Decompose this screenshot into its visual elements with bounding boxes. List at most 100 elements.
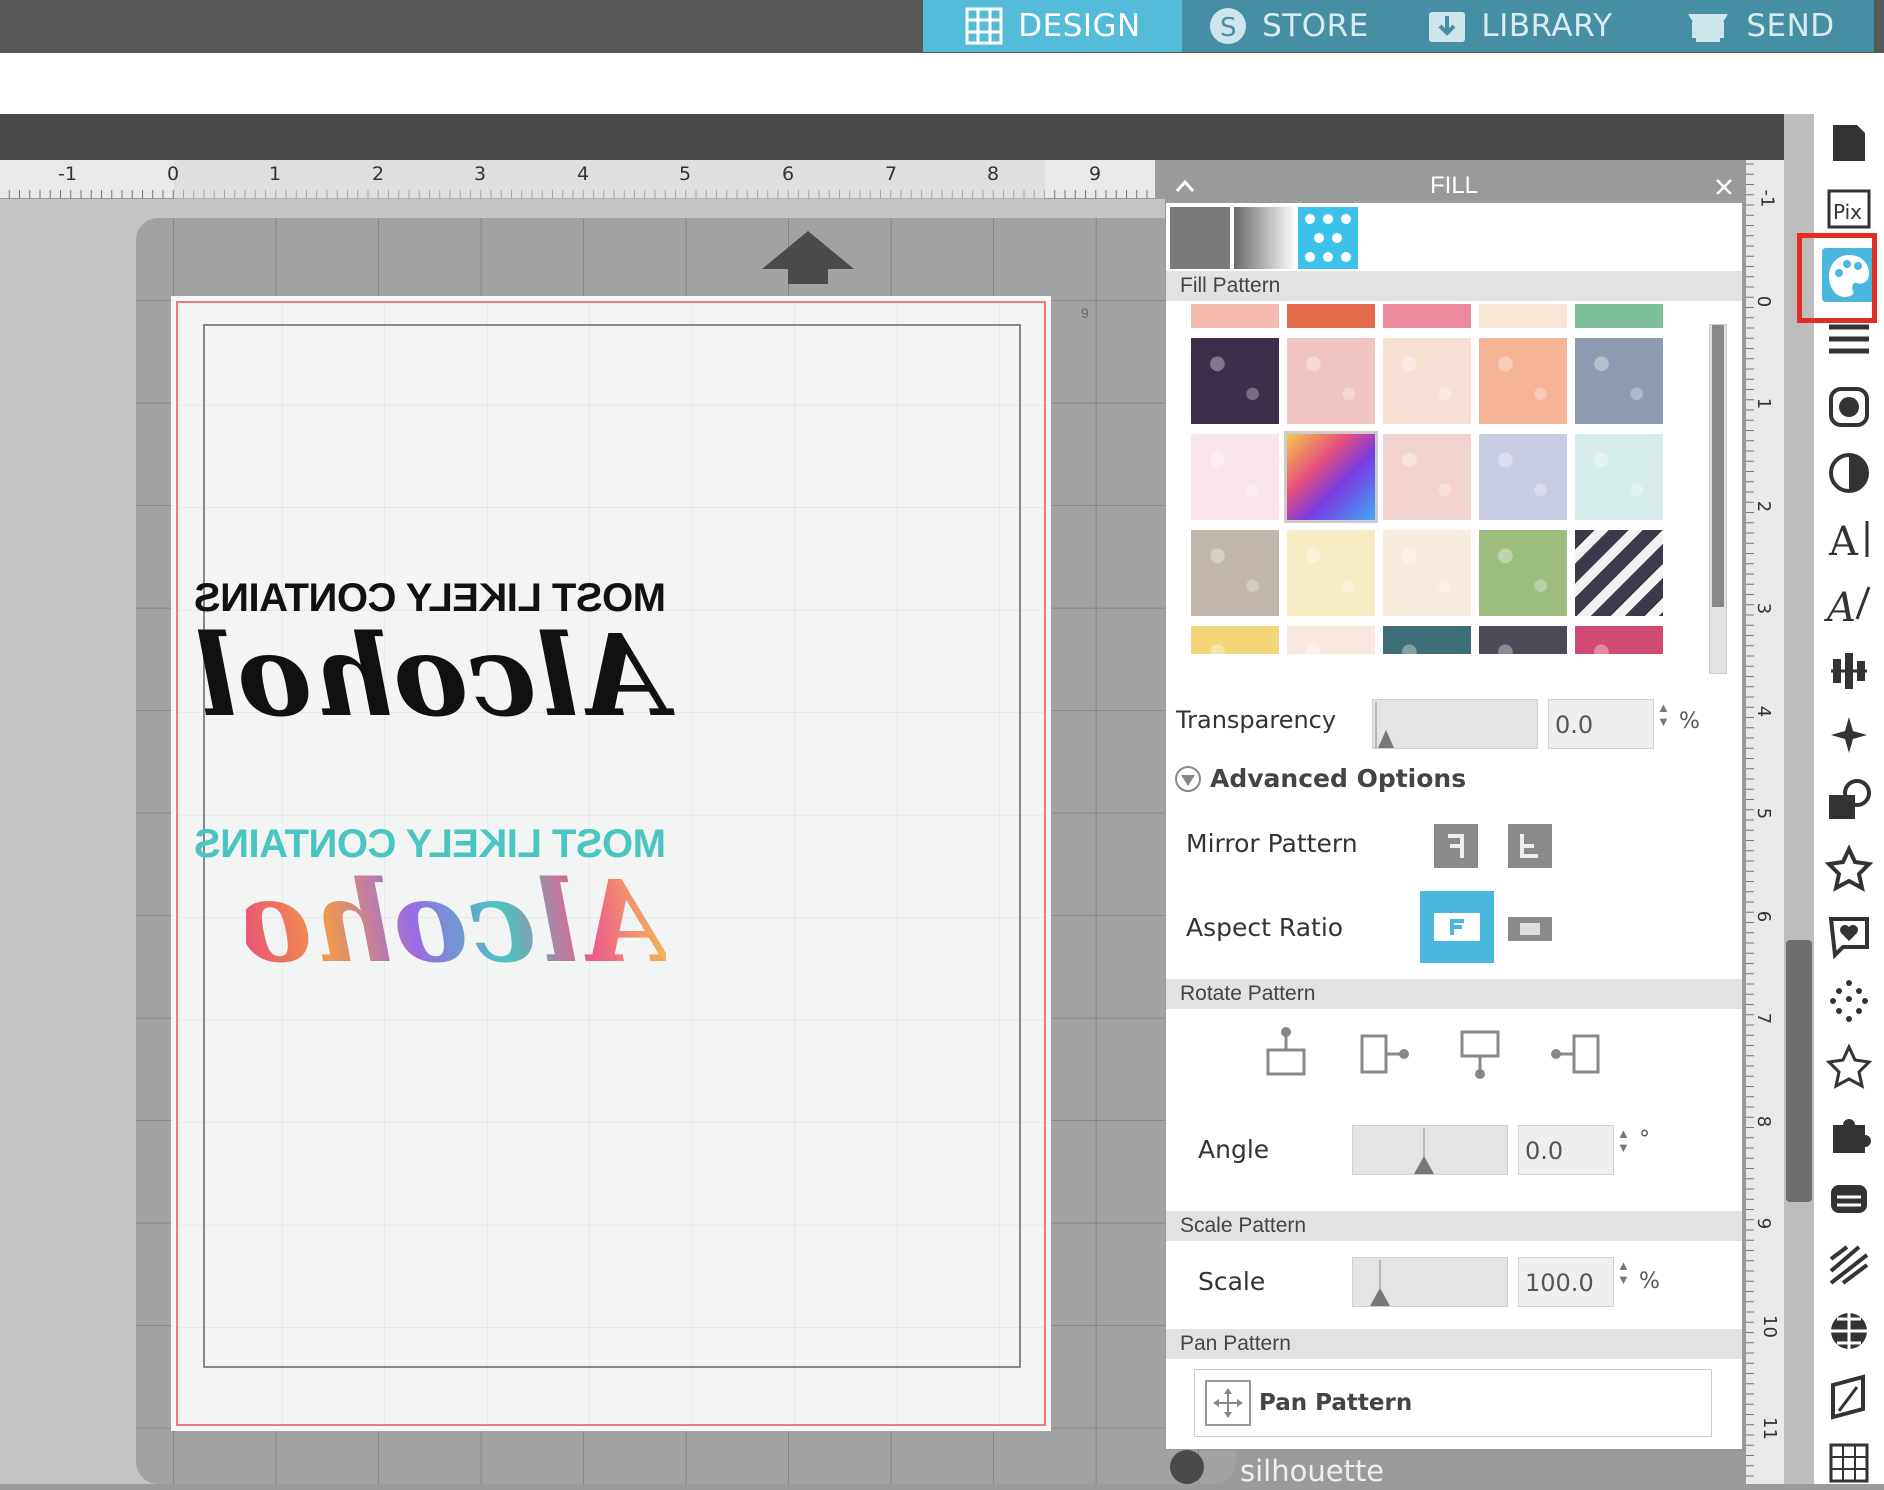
pattern-swatch[interactable] xyxy=(1575,530,1663,616)
ruler-label: 9 xyxy=(1089,163,1102,185)
transform-tool[interactable] xyxy=(1822,1370,1876,1424)
canvas-scrollbar-thumb[interactable] xyxy=(1786,940,1812,1202)
pattern-swatch[interactable] xyxy=(1191,626,1279,654)
send-printer-icon xyxy=(1688,14,1729,42)
angle-slider[interactable] xyxy=(1352,1125,1508,1175)
pattern-swatch[interactable] xyxy=(1191,434,1279,520)
tab-library[interactable]: LIBRARY xyxy=(1395,0,1645,52)
transparency-input[interactable]: 0.0 xyxy=(1548,699,1654,749)
pattern-swatch[interactable] xyxy=(1575,434,1663,520)
tab-send[interactable]: SEND xyxy=(1645,0,1874,52)
nesting-tool[interactable] xyxy=(1822,1304,1876,1358)
ruler-label: 9 xyxy=(1753,1217,1775,1230)
ruler-label: 1 xyxy=(269,163,282,185)
pattern-swatch[interactable] xyxy=(1575,338,1663,424)
favorites-tool[interactable] xyxy=(1822,842,1876,896)
highlight-box xyxy=(1797,233,1877,323)
mirror-vertical-icon xyxy=(1520,834,1538,858)
scale-stepper[interactable]: ▲ ▼ xyxy=(1617,1259,1633,1287)
pattern-swatch[interactable] xyxy=(1284,431,1378,523)
grid-layout-tool[interactable] xyxy=(1822,1436,1876,1490)
aspect-ratio-lock-button[interactable] xyxy=(1420,891,1494,963)
pattern-swatch[interactable] xyxy=(1287,338,1375,424)
rotate-0-icon[interactable] xyxy=(1256,1024,1316,1084)
pattern-swatch[interactable] xyxy=(1191,338,1279,424)
text-style-tool[interactable]: A xyxy=(1822,512,1876,566)
pattern-swatch[interactable] xyxy=(1575,626,1663,654)
design-alcohol-pattern[interactable]: MOST LIKELY CONTAINS Alcohol xyxy=(194,822,666,1022)
angle-input[interactable]: 0.0 xyxy=(1518,1125,1614,1175)
close-icon[interactable] xyxy=(1714,177,1734,197)
gradient-fill-icon[interactable] xyxy=(1234,207,1294,269)
tab-design[interactable]: DESIGN xyxy=(923,0,1182,52)
tab-design-label: DESIGN xyxy=(1018,8,1141,44)
replicate-tool[interactable] xyxy=(1822,710,1876,764)
hatch-icon xyxy=(1829,1245,1869,1285)
pixscan-icon: Pix xyxy=(1827,189,1871,229)
image-trace-tool[interactable] xyxy=(1822,446,1876,500)
page-setup-tool[interactable] xyxy=(1822,116,1876,170)
pattern-swatch[interactable] xyxy=(1479,304,1567,328)
offset-tool[interactable] xyxy=(1822,908,1876,962)
aspect-ratio-free-button[interactable] xyxy=(1508,917,1552,941)
align-tool[interactable] xyxy=(1822,644,1876,698)
pattern-swatch[interactable] xyxy=(1191,530,1279,616)
pattern-scrollbar-thumb[interactable] xyxy=(1712,325,1724,607)
pattern-swatch[interactable] xyxy=(1383,530,1471,616)
pattern-swatch[interactable] xyxy=(1383,626,1471,654)
puzzle-tool[interactable] xyxy=(1822,1106,1876,1160)
pattern-swatch[interactable] xyxy=(1479,434,1567,520)
page-setup-icon xyxy=(1833,125,1865,161)
ruler-label: 7 xyxy=(1753,1012,1775,1025)
pattern-scrollbar[interactable] xyxy=(1709,324,1727,674)
angle-unit: ° xyxy=(1639,1127,1650,1152)
tab-store[interactable]: S STORE xyxy=(1182,0,1395,52)
slider-handle[interactable] xyxy=(1373,702,1399,748)
mirror-vertical-button[interactable] xyxy=(1508,824,1552,868)
pattern-grid xyxy=(1166,304,1742,654)
star-shape-tool[interactable] xyxy=(1822,1040,1876,1094)
rotate-90-icon[interactable] xyxy=(1354,1024,1414,1084)
grid-icon xyxy=(965,7,1003,45)
mirror-horizontal-button[interactable] xyxy=(1434,824,1478,868)
pattern-swatch[interactable] xyxy=(1383,338,1471,424)
sketch-tool[interactable]: A xyxy=(1822,578,1876,632)
pattern-swatch[interactable] xyxy=(1191,304,1279,328)
pattern-swatch[interactable] xyxy=(1287,626,1375,654)
modify-tool[interactable] xyxy=(1822,776,1876,830)
advanced-options-toggle[interactable]: Advanced Options xyxy=(1174,764,1466,793)
svg-text:A: A xyxy=(1823,585,1856,631)
svg-text:Pix: Pix xyxy=(1833,200,1862,224)
scale-pattern-section: Scale Pattern xyxy=(1166,1211,1742,1241)
knife-icon xyxy=(1831,1185,1867,1213)
ruler-label: 0 xyxy=(167,163,180,185)
pixscan-tool[interactable]: Pix xyxy=(1822,182,1876,236)
pattern-swatch[interactable] xyxy=(1383,434,1471,520)
rhinestone-tool[interactable] xyxy=(1822,974,1876,1028)
shadow-tool[interactable] xyxy=(1822,380,1876,434)
knife-tool[interactable] xyxy=(1822,1172,1876,1226)
design-alcohol-black[interactable]: MOST LIKELY CONTAINS Alcohol xyxy=(194,576,666,776)
pattern-swatch[interactable] xyxy=(1479,530,1567,616)
transparency-slider[interactable] xyxy=(1372,699,1538,749)
pattern-swatch[interactable] xyxy=(1479,338,1567,424)
scale-input[interactable]: 100.0 xyxy=(1518,1257,1614,1307)
hatch-tool[interactable] xyxy=(1822,1238,1876,1292)
pattern-swatch[interactable] xyxy=(1383,304,1471,328)
pattern-swatch[interactable] xyxy=(1575,304,1663,328)
slider-handle[interactable] xyxy=(1365,1260,1395,1306)
pattern-swatch[interactable] xyxy=(1287,530,1375,616)
pan-pattern-button[interactable]: Pan Pattern xyxy=(1194,1369,1712,1437)
pattern-swatch[interactable] xyxy=(1287,304,1375,328)
slider-handle[interactable] xyxy=(1409,1128,1439,1174)
pattern-fill-icon[interactable] xyxy=(1298,207,1358,269)
rotate-270-icon[interactable] xyxy=(1546,1024,1606,1084)
collapse-chevron-icon[interactable] xyxy=(1174,177,1196,195)
solid-fill-icon[interactable] xyxy=(1170,207,1230,269)
pattern-swatch[interactable] xyxy=(1479,626,1567,654)
scale-slider[interactable] xyxy=(1352,1257,1508,1307)
ruler-label: 0 xyxy=(1753,295,1775,307)
angle-stepper[interactable]: ▲ ▼ xyxy=(1617,1127,1633,1155)
transparency-stepper[interactable]: ▲ ▼ xyxy=(1657,701,1673,729)
rotate-180-icon[interactable] xyxy=(1450,1024,1510,1084)
